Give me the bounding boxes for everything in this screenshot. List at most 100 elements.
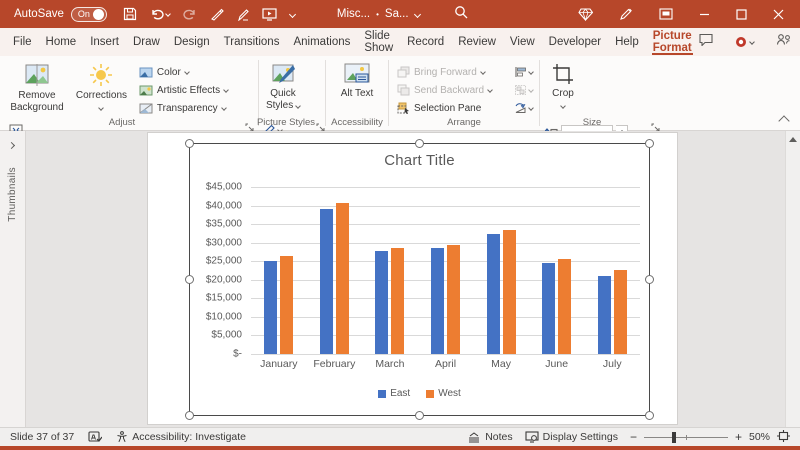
tab-slide-show[interactable]: Slide Show <box>357 28 400 56</box>
tab-developer[interactable]: Developer <box>542 28 608 56</box>
display-settings-label: Display Settings <box>543 431 618 443</box>
remove-background-label: Remove Background <box>10 90 63 113</box>
maximize-button[interactable] <box>736 9 747 20</box>
picture-styles-dialog-launcher[interactable] <box>316 119 325 128</box>
autosave-toggle[interactable]: On <box>71 7 107 22</box>
send-backward-label: Send Backward <box>414 85 484 96</box>
resize-handle-bottom-right[interactable] <box>645 411 654 420</box>
zoom-slider[interactable] <box>644 432 728 443</box>
tab-draw[interactable]: Draw <box>126 28 167 56</box>
collapse-ribbon-icon[interactable] <box>778 115 789 126</box>
thumbnails-panel[interactable]: Thumbnails <box>0 131 26 427</box>
close-button[interactable] <box>773 9 784 20</box>
presenter-view-icon[interactable] <box>659 8 673 20</box>
tab-review[interactable]: Review <box>451 28 503 56</box>
record-button-icon[interactable] <box>735 36 754 48</box>
rotate-objects-button[interactable] <box>513 100 534 115</box>
bring-forward-button: Bring Forward <box>395 64 503 80</box>
bar-east <box>598 276 611 354</box>
notes-button[interactable]: Notes <box>467 431 512 443</box>
expand-thumbnails-icon[interactable] <box>8 142 15 149</box>
resize-handle-top[interactable] <box>415 139 424 148</box>
minimize-button[interactable] <box>699 9 710 20</box>
transparency-button[interactable]: Transparency <box>137 100 239 116</box>
x-tick-label: April <box>418 358 474 370</box>
title-chevron-icon <box>414 10 421 17</box>
ink-pen-icon[interactable] <box>237 8 249 21</box>
corrections-button[interactable]: Corrections <box>70 60 132 118</box>
size-dialog-launcher[interactable] <box>651 119 660 128</box>
tab-view[interactable]: View <box>503 28 542 56</box>
display-settings-button[interactable]: Display Settings <box>525 431 618 443</box>
editing-mode-icon[interactable] <box>619 8 633 21</box>
premium-diamond-icon[interactable] <box>578 8 593 21</box>
bring-forward-label: Bring Forward <box>414 67 477 78</box>
toggle-knob <box>93 9 104 20</box>
bar-east <box>487 234 500 354</box>
align-objects-button[interactable] <box>513 64 534 79</box>
x-tick-label: March <box>362 358 418 370</box>
selection-pane-button[interactable]: Selection Pane <box>395 100 503 116</box>
accessibility-status[interactable]: Accessibility: Investigate <box>116 431 246 443</box>
tab-animations[interactable]: Animations <box>286 28 357 56</box>
bar-group <box>362 187 418 354</box>
start-slideshow-icon[interactable] <box>262 8 277 21</box>
tab-help[interactable]: Help <box>608 28 646 56</box>
y-tick-label: $25,000 <box>206 256 242 267</box>
artistic-effects-button[interactable]: Artistic Effects <box>137 82 239 98</box>
resize-handle-top-left[interactable] <box>185 139 194 148</box>
tab-transitions[interactable]: Transitions <box>217 28 287 56</box>
resize-handle-top-right[interactable] <box>645 139 654 148</box>
slide-canvas[interactable]: Chart Title $45,000$40,000$35,000$30,000… <box>148 133 677 424</box>
bar-east <box>542 263 555 354</box>
resize-handle-right[interactable] <box>645 275 654 284</box>
color-button[interactable]: Color <box>137 64 239 80</box>
document-title[interactable]: Misc... • Sa... <box>337 8 420 20</box>
tab-insert[interactable]: Insert <box>83 28 126 56</box>
vertical-scrollbar[interactable] <box>785 131 800 427</box>
selected-chart-picture[interactable]: Chart Title $45,000$40,000$35,000$30,000… <box>189 143 650 416</box>
tab-file[interactable]: File <box>6 28 39 56</box>
comments-icon[interactable] <box>699 33 713 51</box>
quick-styles-button[interactable]: Quick Styles <box>262 60 304 118</box>
zoom-slider-thumb[interactable] <box>672 432 676 443</box>
document-name: Misc... <box>337 8 370 20</box>
remove-background-button[interactable]: Remove Background <box>8 60 66 118</box>
crop-icon <box>552 63 574 85</box>
group-objects-button <box>513 82 534 97</box>
zoom-level[interactable]: 50% <box>749 431 770 443</box>
fit-to-window-icon[interactable] <box>777 430 790 445</box>
tab-record[interactable]: Record <box>400 28 451 56</box>
resize-handle-bottom-left[interactable] <box>185 411 194 420</box>
save-icon[interactable] <box>123 7 137 21</box>
y-tick-label: $45,000 <box>206 182 242 193</box>
share-icon[interactable] <box>776 33 792 51</box>
tab-design[interactable]: Design <box>167 28 217 56</box>
alt-text-button[interactable]: Alt Text <box>335 60 379 118</box>
bar-east <box>320 209 333 354</box>
tab-picture-format[interactable]: Picture Format <box>646 28 699 56</box>
bar-west <box>391 248 404 354</box>
bar-west <box>558 259 571 354</box>
send-backward-icon <box>397 84 410 96</box>
ribbon-tabs: File Home Insert Draw Design Transitions… <box>0 28 800 56</box>
color-icon <box>139 66 153 79</box>
crop-button[interactable]: Crop <box>544 60 582 118</box>
adjust-dialog-launcher[interactable] <box>245 119 254 128</box>
tab-home[interactable]: Home <box>39 28 84 56</box>
zoom-out-button[interactable]: − <box>630 430 637 444</box>
search-icon[interactable] <box>454 5 468 24</box>
quick-styles-label: Quick Styles <box>265 88 301 111</box>
spellcheck-icon[interactable] <box>88 431 102 443</box>
undo-icon[interactable] <box>150 8 170 20</box>
zoom-in-button[interactable]: + <box>735 430 742 444</box>
slide-indicator[interactable]: Slide 37 of 37 <box>10 431 74 443</box>
titlebar-controls <box>578 8 784 21</box>
legend-swatch <box>378 390 386 398</box>
resize-handle-bottom[interactable] <box>415 411 424 420</box>
qat-overflow-icon[interactable] <box>289 10 296 17</box>
scroll-up-icon[interactable] <box>786 132 800 147</box>
bar-group <box>584 187 640 354</box>
accessibility-icon <box>116 431 128 443</box>
draw-ink-icon[interactable] <box>210 8 224 21</box>
